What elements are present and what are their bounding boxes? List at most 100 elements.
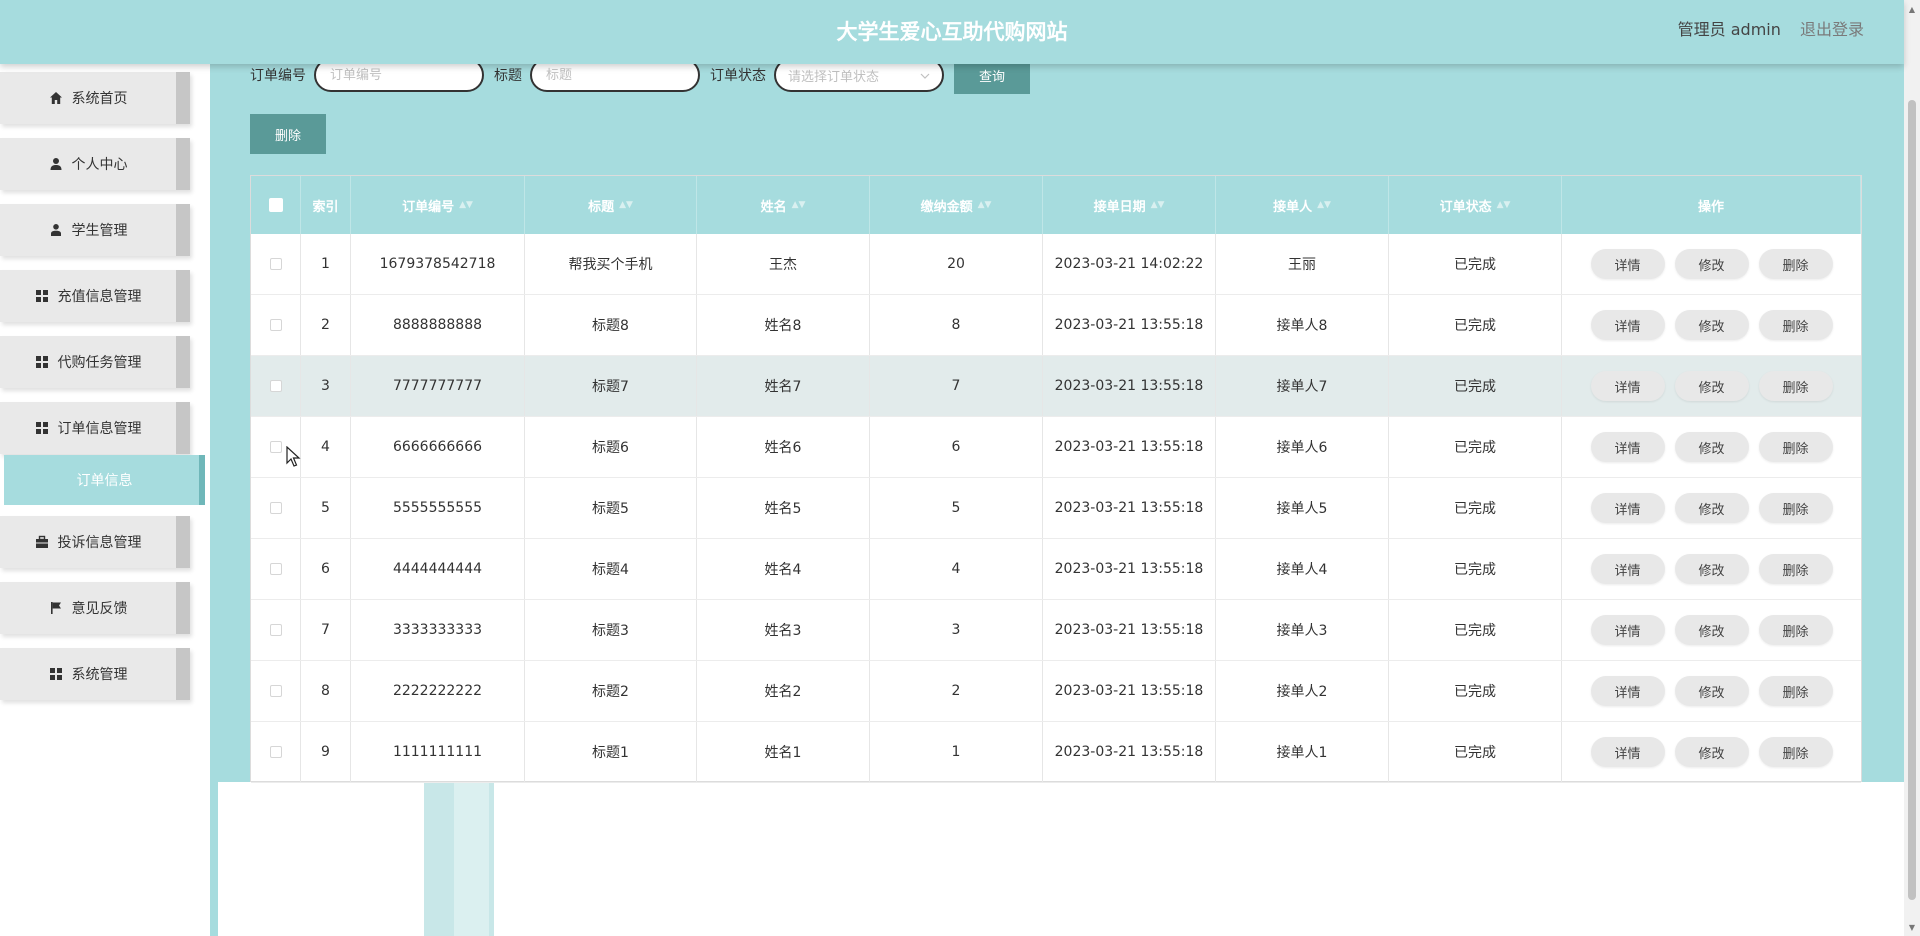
column-header-title[interactable]: 标题 ▲▼	[525, 176, 697, 234]
detail-button[interactable]: 详情	[1590, 615, 1665, 645]
chevron-down-icon	[920, 68, 930, 83]
delete-button[interactable]: 删除	[1758, 249, 1833, 279]
detail-button[interactable]: 详情	[1590, 371, 1665, 401]
batch-delete-button[interactable]: 删除	[250, 114, 326, 154]
logout-link[interactable]: 退出登录	[1800, 20, 1864, 39]
row-checkbox[interactable]	[269, 685, 282, 697]
row-checkbox-cell	[251, 661, 301, 721]
detail-button[interactable]: 详情	[1590, 249, 1665, 279]
row-checkbox[interactable]	[269, 624, 282, 636]
cell-title: 标题8	[525, 295, 697, 355]
cell-index: 1	[301, 234, 351, 294]
select-all-checkbox[interactable]	[268, 198, 283, 212]
column-header-date[interactable]: 接单日期 ▲▼	[1043, 176, 1216, 234]
column-header-taker[interactable]: 接单人 ▲▼	[1216, 176, 1389, 234]
row-checkbox[interactable]	[269, 319, 282, 331]
cell-name: 姓名1	[697, 722, 870, 782]
delete-button[interactable]: 删除	[1758, 310, 1833, 340]
sort-icon[interactable]: ▲▼	[619, 200, 633, 210]
sidebar-item-students[interactable]: 学生管理	[0, 204, 190, 256]
column-header-amount[interactable]: 缴纳金额 ▲▼	[870, 176, 1043, 234]
delete-button[interactable]: 删除	[1758, 554, 1833, 584]
sidebar-divider	[210, 64, 218, 936]
detail-button[interactable]: 详情	[1590, 310, 1665, 340]
detail-button[interactable]: 详情	[1590, 493, 1665, 523]
row-checkbox[interactable]	[269, 563, 282, 575]
cell-title: 标题2	[525, 661, 697, 721]
scroll-down-icon[interactable]: ▼	[1904, 920, 1920, 934]
delete-button[interactable]: 删除	[1758, 371, 1833, 401]
sort-icon[interactable]: ▲▼	[792, 200, 806, 210]
detail-button[interactable]: 详情	[1590, 676, 1665, 706]
edit-button[interactable]: 修改	[1674, 676, 1749, 706]
column-header-order-no[interactable]: 订单编号 ▲▼	[351, 176, 525, 234]
row-checkbox[interactable]	[269, 746, 282, 758]
table-row[interactable]: 3 7777777777 标题7 姓名7 7 2023-03-21 13:55:18 接单人…	[251, 356, 1861, 417]
column-header-label: 接单人	[1273, 199, 1313, 215]
table-row[interactable]: 1 1679378542718 帮我买个手机 王杰 20 2023-03-21 14:02…	[251, 234, 1861, 295]
column-header-name[interactable]: 姓名 ▲▼	[697, 176, 870, 234]
sort-icon[interactable]: ▲▼	[1151, 200, 1165, 210]
edit-button[interactable]: 修改	[1674, 310, 1749, 340]
row-checkbox-cell	[251, 356, 301, 416]
table-row[interactable]: 6 4444444444 标题4 姓名4 4 2023-03-21 13:55:18 接单人…	[251, 539, 1861, 600]
sort-icon[interactable]: ▲▼	[1317, 200, 1331, 210]
sidebar-item-label: 系统管理	[71, 667, 128, 683]
cell-actions: 详情 修改 删除	[1562, 722, 1861, 782]
sidebar-item-purchase-tasks[interactable]: 代购任务管理	[0, 336, 190, 388]
edit-button[interactable]: 修改	[1674, 554, 1749, 584]
delete-button[interactable]: 删除	[1758, 737, 1833, 767]
detail-button[interactable]: 详情	[1590, 432, 1665, 462]
delete-button[interactable]: 删除	[1758, 676, 1833, 706]
table-row[interactable]: 7 3333333333 标题3 姓名3 3 2023-03-21 13:55:18 接单人…	[251, 600, 1861, 661]
row-checkbox-cell	[251, 295, 301, 355]
delete-button[interactable]: 删除	[1758, 615, 1833, 645]
sidebar-item-label: 充值信息管理	[57, 289, 142, 305]
edit-button[interactable]: 修改	[1674, 615, 1749, 645]
cell-index: 6	[301, 539, 351, 599]
sidebar-subitem-order-info[interactable]: 订单信息	[4, 455, 205, 505]
cell-date: 2023-03-21 14:02:22	[1043, 234, 1216, 294]
sidebar-item-complaints[interactable]: 投诉信息管理	[0, 516, 190, 568]
sidebar: 系统首页 个人中心 学生管理 充值信息管理 代购任务管理 订单信息管理 订单信息…	[0, 64, 210, 936]
sidebar-item-personal-center[interactable]: 个人中心	[0, 138, 190, 190]
edit-button[interactable]: 修改	[1674, 737, 1749, 767]
delete-button[interactable]: 删除	[1758, 493, 1833, 523]
page-scrollbar[interactable]: ▲ ▼	[1904, 0, 1920, 936]
scroll-up-icon[interactable]: ▲	[1904, 2, 1920, 16]
sort-icon[interactable]: ▲▼	[1497, 200, 1511, 210]
table-row[interactable]: 9 1111111111 标题1 姓名1 1 2023-03-21 13:55:18 接单人…	[251, 722, 1861, 783]
table-row[interactable]: 2 8888888888 标题8 姓名8 8 2023-03-21 13:55:18 接单人…	[251, 295, 1861, 356]
column-header-label: 操作	[1697, 199, 1724, 215]
sidebar-item-orders[interactable]: 订单信息管理	[0, 402, 190, 454]
scrollbar-thumb[interactable]	[1908, 100, 1916, 900]
cell-order-no: 4444444444	[351, 539, 525, 599]
row-checkbox[interactable]	[269, 502, 282, 514]
detail-button[interactable]: 详情	[1590, 737, 1665, 767]
row-checkbox[interactable]	[269, 441, 282, 453]
row-checkbox[interactable]	[269, 258, 282, 270]
table-row[interactable]: 4 6666666666 标题6 姓名6 6 2023-03-21 13:55:18 接单人…	[251, 417, 1861, 478]
cell-actions: 详情 修改 删除	[1562, 234, 1861, 294]
sidebar-item-system[interactable]: 系统管理	[0, 648, 190, 700]
sidebar-item-home[interactable]: 系统首页	[0, 72, 190, 124]
edit-button[interactable]: 修改	[1674, 371, 1749, 401]
row-checkbox[interactable]	[269, 380, 282, 392]
edit-button[interactable]: 修改	[1674, 249, 1749, 279]
sidebar-item-recharge[interactable]: 充值信息管理	[0, 270, 190, 322]
sort-icon[interactable]: ▲▼	[459, 200, 473, 210]
edit-button[interactable]: 修改	[1674, 493, 1749, 523]
edit-button[interactable]: 修改	[1674, 432, 1749, 462]
detail-button[interactable]: 详情	[1590, 554, 1665, 584]
table-row[interactable]: 8 2222222222 标题2 姓名2 2 2023-03-21 13:55:18 接单人…	[251, 661, 1861, 722]
cell-title: 帮我买个手机	[525, 234, 697, 294]
cell-index: 3	[301, 356, 351, 416]
sidebar-item-feedback[interactable]: 意见反馈	[0, 582, 190, 634]
delete-button[interactable]: 删除	[1758, 432, 1833, 462]
cell-taker: 王丽	[1216, 234, 1389, 294]
sort-icon[interactable]: ▲▼	[978, 200, 992, 210]
column-header-status[interactable]: 订单状态 ▲▼	[1389, 176, 1562, 234]
table-row[interactable]: 5 5555555555 标题5 姓名5 5 2023-03-21 13:55:18 接单人…	[251, 478, 1861, 539]
cell-status: 已完成	[1389, 295, 1562, 355]
sidebar-item-label: 投诉信息管理	[57, 535, 142, 551]
